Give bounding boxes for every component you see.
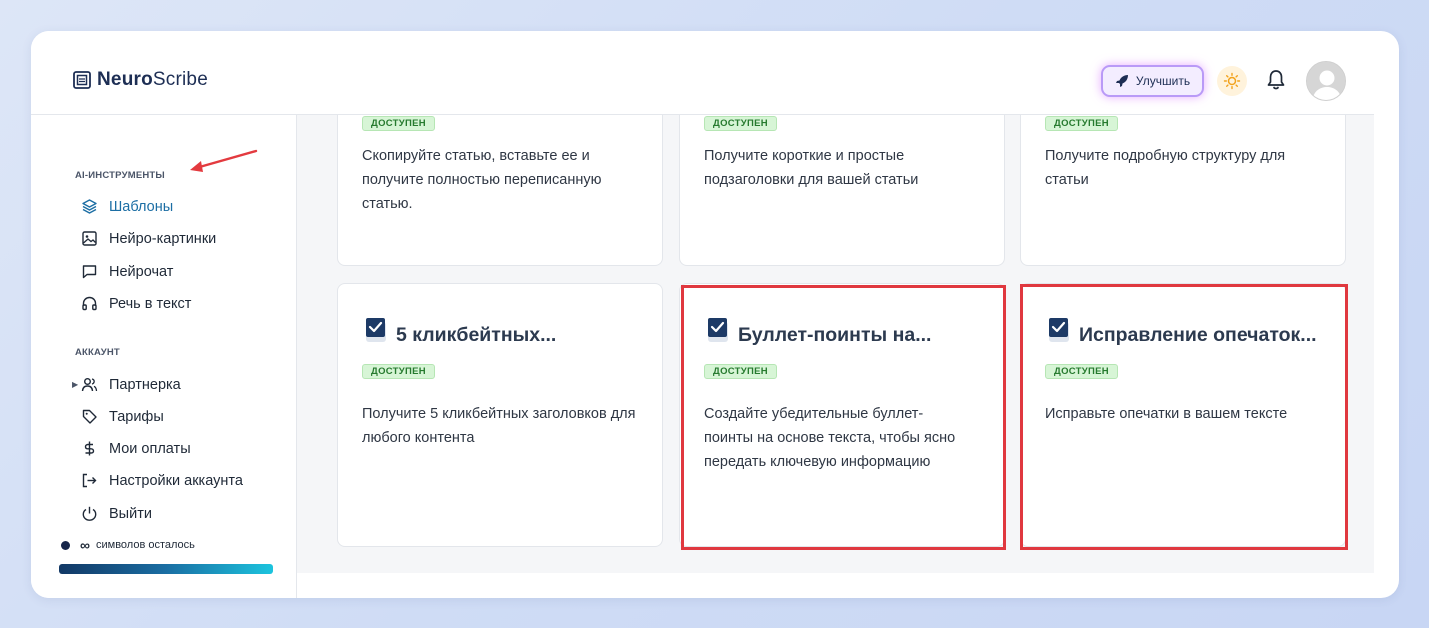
section-title-account: АККАУНТ <box>75 347 120 358</box>
bell-icon[interactable] <box>1266 69 1286 91</box>
chat-icon <box>82 265 97 279</box>
templates-grid: ДОСТУПЕН Скопируйте статью, вставьте ее … <box>297 115 1374 573</box>
sidebar: AI-ИНСТРУМЕНТЫ Шаблоны Нейро-картинки Не… <box>31 115 297 598</box>
upgrade-button[interactable]: Улучшить <box>1101 65 1204 97</box>
card-description: Получите подробную структуру для статьи <box>1045 148 1286 188</box>
power-icon <box>82 506 97 521</box>
dollar-icon <box>84 441 95 456</box>
sidebar-item-label: Речь в текст <box>109 295 192 312</box>
users-icon <box>81 378 98 392</box>
credits-progress-bar <box>59 564 273 574</box>
template-card[interactable]: ДОСТУПЕН Получите короткие и простые под… <box>679 115 1005 266</box>
checkbox-icon <box>1049 318 1069 342</box>
avatar[interactable] <box>1306 61 1346 101</box>
card-description: Получите 5 кликбейтных заголовков для лю… <box>362 406 636 446</box>
sidebar-item-label: Партнерка <box>109 376 181 393</box>
card-description: Получите короткие и простые подзаголовки… <box>704 148 919 188</box>
card-title: 5 кликбейтных... <box>396 324 557 346</box>
sidebar-item-label: Мои оплаты <box>109 440 191 457</box>
credits-value: ∞ <box>80 537 90 553</box>
tag-icon <box>82 409 97 424</box>
template-card[interactable]: 5 кликбейтных... ДОСТУПЕН Получите 5 кли… <box>337 283 663 547</box>
checkbox-icon <box>366 318 386 342</box>
card-description: Исправьте опечатки в вашем тексте <box>1045 406 1288 422</box>
sidebar-item-tariffs[interactable]: Тарифы <box>81 408 164 425</box>
user-avatar-icon <box>1307 62 1345 100</box>
headphones-icon <box>82 296 97 311</box>
chevron-right-icon[interactable]: ▶ <box>72 380 78 389</box>
credits-indicator: ∞ символов осталось <box>61 537 195 553</box>
card-title: Буллет-поинты на... <box>738 324 932 346</box>
logo-text: NeuroScribe <box>97 69 208 90</box>
sidebar-item-label: Нейрочат <box>109 263 174 280</box>
card-description: Создайте убедительные буллет-поинты на о… <box>704 406 956 470</box>
upgrade-label: Улучшить <box>1135 74 1191 88</box>
section-title-tools: AI-ИНСТРУМЕНТЫ <box>75 170 165 181</box>
app-window: NeuroScribe Улучшить AI-ИНСТРУМЕНТЫ Шабл… <box>31 31 1399 598</box>
sidebar-item-speech-to-text[interactable]: Речь в текст <box>81 295 191 312</box>
sidebar-item-partners[interactable]: Партнерка <box>81 376 181 393</box>
template-card[interactable]: ДОСТУПЕН Скопируйте статью, вставьте ее … <box>337 115 663 266</box>
card-description: Скопируйте статью, вставьте ее и получит… <box>362 148 602 212</box>
logo-icon <box>73 71 91 89</box>
rocket-icon <box>1115 75 1128 87</box>
sidebar-item-neurochat[interactable]: Нейрочат <box>81 263 173 280</box>
status-badge: ДОСТУПЕН <box>704 364 777 379</box>
sidebar-item-neuro-images[interactable]: Нейро-картинки <box>81 230 216 247</box>
sidebar-item-label: Нейро-картинки <box>109 230 217 247</box>
sidebar-item-label: Шаблоны <box>109 198 174 215</box>
logo[interactable]: NeuroScribe <box>73 69 208 91</box>
status-badge: ДОСТУПЕН <box>1045 364 1118 379</box>
sidebar-item-templates[interactable]: Шаблоны <box>81 198 173 215</box>
template-card[interactable]: Буллет-поинты на... ДОСТУПЕН Создайте уб… <box>679 283 1005 547</box>
layers-icon <box>82 199 97 214</box>
sidebar-item-label: Выйти <box>109 505 152 522</box>
status-badge: ДОСТУПЕН <box>704 116 777 131</box>
sun-icon <box>1223 72 1241 90</box>
status-badge: ДОСТУПЕН <box>362 364 435 379</box>
card-title: Исправление опечаток... <box>1079 324 1317 346</box>
template-card[interactable]: Исправление опечаток... ДОСТУПЕН Исправь… <box>1020 283 1346 547</box>
sidebar-item-logout[interactable]: Выйти <box>81 505 152 522</box>
logout-arrow-icon <box>82 473 97 488</box>
status-badge: ДОСТУПЕН <box>362 116 435 131</box>
image-icon <box>82 231 97 246</box>
credits-label: символов осталось <box>95 539 195 551</box>
checkbox-icon <box>708 318 728 342</box>
sidebar-item-label: Тарифы <box>109 408 164 425</box>
red-arrow-annotation <box>190 149 258 172</box>
sidebar-item-account-settings[interactable]: Настройки аккаунта <box>81 472 243 489</box>
status-badge: ДОСТУПЕН <box>1045 116 1118 131</box>
top-bar: NeuroScribe Улучшить <box>31 31 1374 115</box>
theme-toggle[interactable] <box>1217 66 1247 96</box>
sidebar-item-payments[interactable]: Мои оплаты <box>81 440 191 457</box>
sidebar-item-label: Настройки аккаунта <box>109 472 243 489</box>
status-dot <box>61 540 70 550</box>
template-card[interactable]: ДОСТУПЕН Получите подробную структуру дл… <box>1020 115 1346 266</box>
